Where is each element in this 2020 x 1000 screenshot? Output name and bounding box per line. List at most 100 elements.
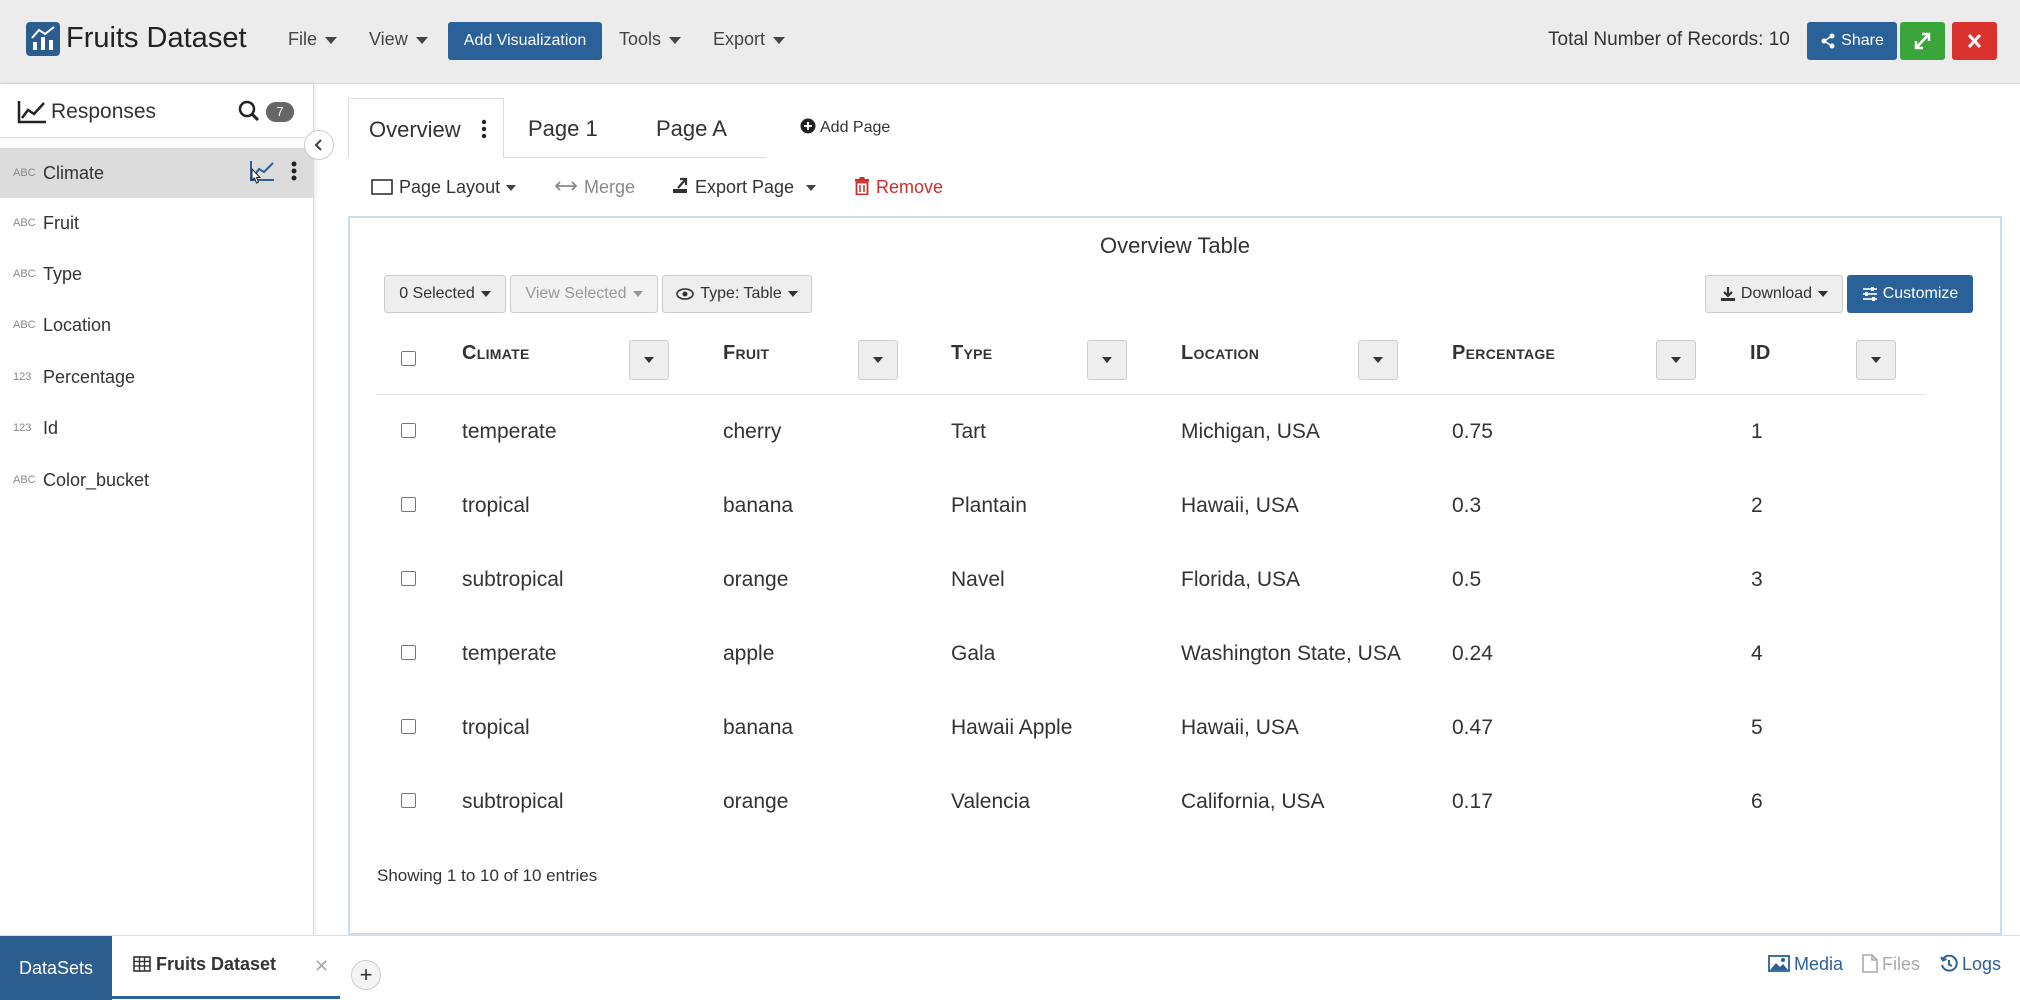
sidebar-item-location[interactable]: ABC Location — [0, 300, 314, 350]
chevron-down-icon — [415, 36, 428, 44]
column-header-location[interactable]: Location — [1181, 342, 1259, 365]
table-cell: temperate — [462, 642, 557, 665]
column-menu-button[interactable] — [1856, 340, 1896, 380]
row-checkbox[interactable] — [401, 571, 416, 586]
sidebar-item-type[interactable]: ABC Type — [0, 249, 314, 299]
media-link[interactable]: Media — [1768, 954, 1843, 975]
type-label: ABC — [13, 167, 36, 179]
sidebar-item-id[interactable]: 123 Id — [0, 403, 314, 453]
table-cell: subtropical — [462, 790, 564, 813]
column-header-id[interactable]: ID — [1750, 342, 1771, 365]
row-checkbox[interactable] — [401, 645, 416, 660]
table-cell: 5 — [1751, 716, 1763, 739]
tools-menu-label: Tools — [619, 29, 662, 49]
add-page-label: Add Page — [820, 119, 891, 136]
sidebar-item-label: Percentage — [43, 367, 136, 387]
sidebar-item-climate[interactable]: ABC Climate — [0, 148, 314, 198]
tab-label: Overview — [369, 117, 461, 142]
view-menu[interactable]: View — [369, 29, 428, 50]
app-title: Fruits Dataset — [66, 22, 247, 54]
table-cell: 0.17 — [1452, 790, 1493, 813]
column-menu-button[interactable] — [629, 340, 669, 380]
add-visualization-button[interactable]: Add Visualization — [448, 22, 602, 60]
add-page-button[interactable]: Add Page — [800, 118, 890, 137]
share-button[interactable]: Share — [1807, 22, 1897, 60]
column-menu-button[interactable] — [1358, 340, 1398, 380]
image-icon — [1768, 955, 1790, 972]
view-selected-dropdown[interactable]: View Selected — [510, 275, 658, 313]
trash-icon — [855, 177, 869, 196]
merge-arrows-icon — [554, 181, 578, 191]
table-cell: banana — [723, 494, 794, 517]
more-options-icon[interactable] — [288, 161, 300, 183]
table-cell: 0.3 — [1452, 494, 1482, 517]
column-menu-button[interactable] — [1656, 340, 1696, 380]
table-cell: Valencia — [951, 790, 1030, 813]
chevron-down-icon — [806, 185, 817, 192]
tab-page-a[interactable]: Page A — [636, 98, 756, 158]
row-checkbox[interactable] — [401, 497, 416, 512]
tab-options-icon[interactable] — [479, 119, 489, 139]
column-header-type[interactable]: Type — [951, 342, 992, 365]
export-menu[interactable]: Export — [713, 29, 786, 50]
download-dropdown[interactable]: Download — [1705, 275, 1843, 313]
sidebar-item-fruit[interactable]: ABC Fruit — [0, 198, 314, 248]
close-tab-icon[interactable]: ✕ — [314, 956, 329, 977]
row-checkbox[interactable] — [401, 793, 416, 808]
column-menu-button[interactable] — [858, 340, 898, 380]
expand-icon — [1914, 32, 1931, 50]
files-label: Files — [1882, 954, 1921, 974]
table-cell: 6 — [1751, 790, 1763, 813]
tab-page-1[interactable]: Page 1 — [508, 98, 628, 158]
sidebar-item-label: Id — [43, 418, 59, 438]
history-icon — [1940, 954, 1958, 972]
top-bar: Fruits Dataset File View Add Visualizati… — [0, 0, 2020, 84]
tab-label: Page A — [656, 116, 727, 141]
chevron-down-icon — [1373, 357, 1383, 363]
logs-link[interactable]: Logs — [1940, 954, 2001, 975]
column-header-percentage[interactable]: Percentage — [1452, 342, 1555, 365]
sidebar-item-percentage[interactable]: 123 Percentage — [0, 352, 314, 402]
selected-dropdown[interactable]: 0 Selected — [384, 275, 506, 313]
table-cell: 0.47 — [1452, 716, 1493, 739]
files-link[interactable]: Files — [1862, 954, 1920, 975]
sidebar-item-label: Type — [43, 264, 83, 284]
column-menu-button[interactable] — [1087, 340, 1127, 380]
table-cell: cherry — [723, 420, 782, 443]
collapse-sidebar-button[interactable] — [304, 130, 334, 160]
fullscreen-button[interactable] — [1900, 22, 1945, 60]
row-checkbox[interactable] — [401, 719, 416, 734]
add-tab-button[interactable]: + — [351, 960, 381, 990]
mouse-pointer-icon — [251, 168, 262, 184]
tab-overview[interactable]: Overview — [348, 98, 504, 158]
download-icon — [1720, 287, 1735, 301]
column-header-fruit[interactable]: Fruit — [723, 342, 769, 365]
sidebar-item-color-bucket[interactable]: ABC Color_bucket — [0, 455, 314, 505]
search-icon[interactable] — [238, 100, 260, 122]
select-all-checkbox[interactable] — [401, 351, 416, 366]
sidebar-item-label: Climate — [43, 163, 105, 183]
response-count-badge: 7 — [266, 102, 294, 122]
type-table-dropdown[interactable]: Type: Table — [662, 275, 812, 313]
table-cell: Hawaii Apple — [951, 716, 1073, 739]
export-page-dropdown[interactable]: Export Page — [671, 177, 817, 198]
row-checkbox[interactable] — [401, 423, 416, 438]
tools-menu[interactable]: Tools — [619, 29, 682, 50]
share-icon — [1821, 33, 1835, 49]
file-menu[interactable]: File — [288, 29, 338, 50]
remove-page-button[interactable]: Remove — [854, 177, 943, 198]
page-layout-dropdown[interactable]: Page Layout — [371, 177, 517, 198]
chevron-down-icon — [1671, 357, 1681, 363]
responses-sidebar: Responses 7 ABC Climate ABC Fruit ABC Ty… — [0, 84, 314, 935]
view-selected-label: View Selected — [525, 285, 627, 302]
panel-title: Overview Table — [1100, 233, 1250, 258]
close-button[interactable] — [1952, 22, 1997, 60]
merge-button[interactable]: Merge — [554, 177, 635, 198]
dataset-tab[interactable]: Fruits Dataset ✕ — [112, 936, 340, 999]
table-cell: Michigan, USA — [1181, 420, 1320, 443]
column-header-climate[interactable]: Climate — [462, 342, 530, 365]
customize-button[interactable]: Customize — [1847, 275, 1973, 313]
datasets-button[interactable]: DataSets — [0, 936, 112, 1000]
share-label: Share — [1841, 32, 1884, 49]
table-cell: California, USA — [1181, 790, 1325, 813]
